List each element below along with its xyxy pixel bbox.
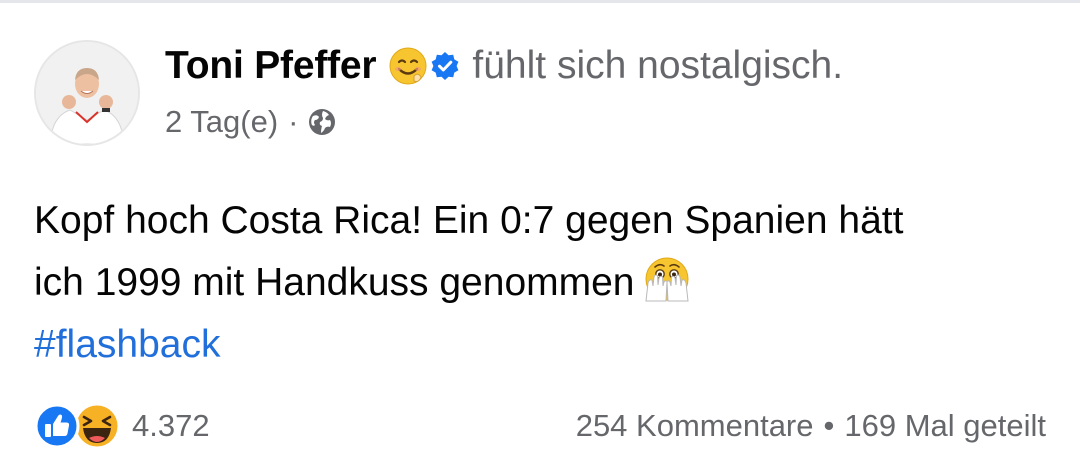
post-meta: 2 Tag(e) · bbox=[165, 100, 337, 144]
post-timestamp[interactable]: 2 Tag(e) bbox=[165, 104, 278, 140]
shares-count-link[interactable]: 169 Mal geteilt bbox=[844, 408, 1046, 444]
post-text-line-emoji: ich 1999 mit Handkuss genommen bbox=[34, 252, 1044, 314]
author-name[interactable]: Toni Pfeffer bbox=[165, 44, 377, 88]
like-icon bbox=[34, 403, 80, 449]
feeling-text: fühlt sich nostalgisch. bbox=[472, 44, 844, 87]
hashtag-link[interactable]: #flashback bbox=[34, 314, 220, 376]
globe-icon[interactable] bbox=[307, 107, 337, 137]
verified-badge-icon bbox=[430, 51, 460, 81]
smiling-face-icon bbox=[388, 46, 428, 86]
face-with-open-eyes-and-hand-over-mouth-icon bbox=[642, 255, 692, 305]
post-text-line: Kopf hoch Costa Rica! Ein 0:7 gegen Span… bbox=[34, 199, 904, 242]
reaction-count: 4.372 bbox=[132, 408, 210, 443]
meta-separator: · bbox=[288, 104, 299, 139]
reaction-icons bbox=[34, 401, 124, 451]
stats-separator: • bbox=[823, 408, 835, 443]
engagement-stats: 254 Kommentare • 169 Mal geteilt bbox=[576, 408, 1046, 444]
post-text-line: ich 1999 mit Handkuss genommen bbox=[34, 261, 635, 304]
top-divider bbox=[0, 0, 1080, 3]
reactions-summary[interactable]: 4.372 bbox=[34, 401, 210, 451]
post-header: Toni Pfeffer fühlt sich nostalgisch. bbox=[165, 38, 843, 94]
author-avatar[interactable] bbox=[34, 40, 140, 146]
post-body: Kopf hoch Costa Rica! Ein 0:7 gegen Span… bbox=[34, 190, 1044, 376]
reactions-bar: 4.372 254 Kommentare • 169 Mal geteilt bbox=[34, 398, 1046, 454]
comments-count-link[interactable]: 254 Kommentare bbox=[576, 408, 814, 444]
